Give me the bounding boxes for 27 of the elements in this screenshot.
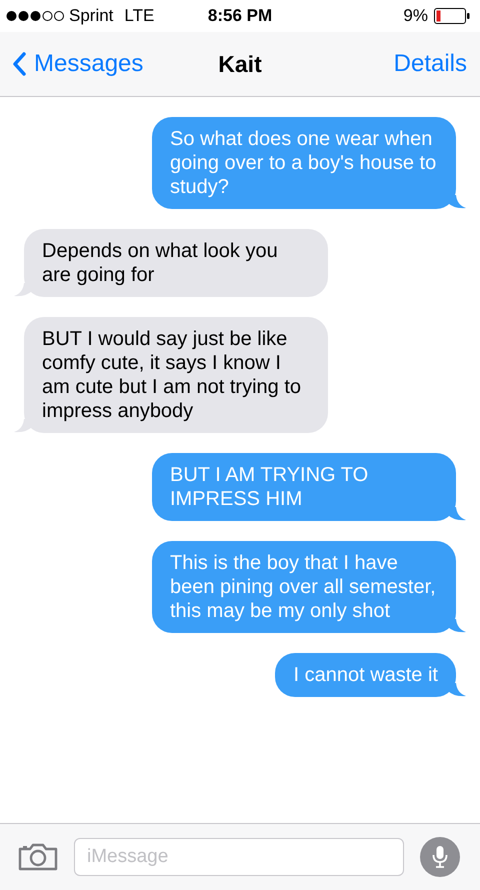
bubble-tail — [448, 619, 466, 633]
contact-name: Kait — [218, 50, 262, 78]
microphone-button[interactable] — [420, 837, 460, 877]
bubble-tail — [14, 283, 32, 297]
camera-icon[interactable] — [18, 843, 58, 871]
bubble-tail — [448, 507, 466, 521]
message-input-field[interactable]: iMessage — [74, 838, 404, 876]
battery-icon — [434, 8, 470, 24]
bubble-tail — [448, 683, 466, 697]
sent-message-bubble: I cannot waste it — [275, 653, 456, 697]
carrier-name: Sprint — [69, 6, 114, 26]
clock-time: 8:56 PM — [208, 6, 272, 26]
back-button[interactable]: Messages — [12, 50, 144, 78]
sent-message-bubble: So what does one wear when going over to a boy's house to study? — [152, 117, 456, 209]
received-message-bubble: BUT I would say just be like comfy cute, it says I know I am cute but I am not trying to impress anybody — [24, 317, 328, 433]
sent-message-bubble: BUT I AM TRYING TO IMPRESS HIM — [152, 453, 456, 521]
network-type: LTE — [124, 6, 154, 26]
bubble-tail — [448, 195, 466, 209]
sent-message-bubble: This is the boy that I have been pining over all semester, this may be my only shot — [152, 541, 456, 633]
bubble-tail — [14, 419, 32, 433]
microphone-icon — [432, 845, 448, 869]
received-message-bubble: Depends on what look you are going for — [24, 229, 328, 297]
back-chevron-icon — [12, 52, 26, 76]
battery-percent: 9% — [403, 6, 428, 26]
details-link[interactable]: Details — [394, 50, 467, 78]
back-label: Messages — [34, 50, 144, 78]
signal-icon — [6, 10, 64, 22]
